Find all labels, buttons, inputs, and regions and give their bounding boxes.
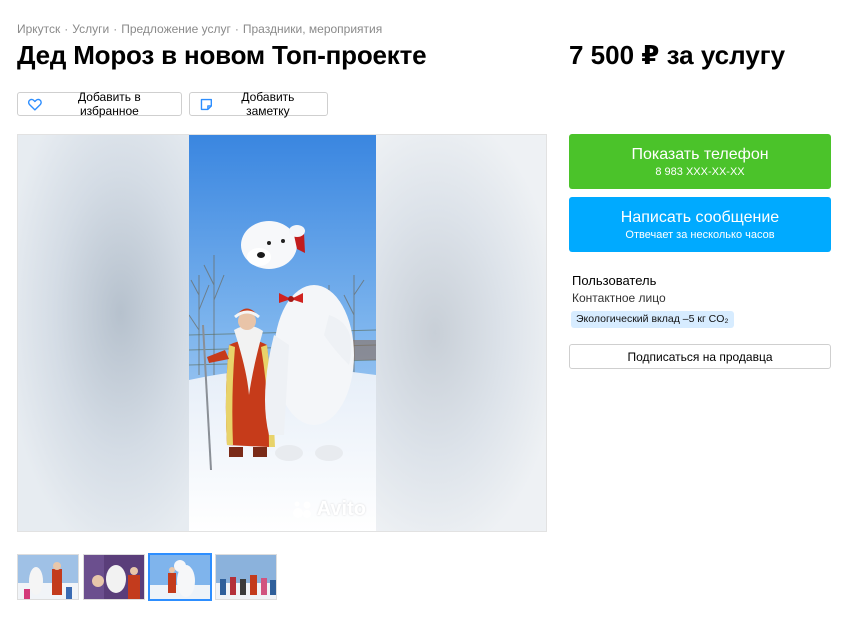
thumbnail-2-image (84, 555, 144, 599)
thumbnail-2[interactable] (83, 554, 145, 600)
write-message-button[interactable]: Написать сообщение Отвечает за несколько… (569, 197, 831, 252)
response-time: Отвечает за несколько часов (625, 228, 775, 241)
add-to-favorites-button[interactable]: Добавить в избранное (17, 90, 182, 118)
masked-phone-number: 8 983 XXX-XX-XX (655, 165, 745, 178)
eco-contribution-badge[interactable]: Экологический вклад –5 кг CO₂ (571, 311, 734, 328)
photo-gallery[interactable]: Avito (17, 134, 547, 532)
avito-watermark: Avito (292, 498, 366, 521)
gallery-blur-left (18, 135, 189, 531)
seller-role: Контактное лицо (572, 291, 666, 305)
thumbnail-1[interactable] (17, 554, 79, 600)
watermark-text: Avito (316, 498, 366, 520)
add-note-label: Добавить заметку (241, 90, 295, 118)
show-phone-button[interactable]: Показать телефон 8 983 XXX-XX-XX (569, 134, 831, 189)
breadcrumb-holidays-events[interactable]: Праздники, мероприятия (243, 22, 382, 36)
breadcrumb-separator: · (113, 22, 118, 36)
show-phone-label: Показать телефон (631, 145, 769, 163)
thumbnail-3-image (150, 555, 210, 599)
add-to-favorites-label: Добавить в избранное (78, 90, 141, 118)
thumbnail-4-image (216, 555, 276, 599)
add-note-button[interactable]: Добавить заметку (189, 90, 328, 118)
thumbnail-1-image (18, 555, 78, 599)
main-photo[interactable]: Avito (189, 135, 376, 531)
note-icon (200, 98, 212, 110)
thumbnail-strip (17, 553, 277, 601)
page-title: Дед Мороз в новом Топ-проекте (17, 40, 427, 70)
heart-icon (28, 98, 42, 111)
price: 7 500 ₽ за услугу (569, 40, 786, 70)
breadcrumb-service-offers[interactable]: Предложение услуг (121, 22, 231, 36)
main-photo-image (189, 135, 376, 531)
thumbnail-3[interactable] (148, 553, 212, 601)
avito-logo-icon (292, 501, 311, 518)
gallery-blur-right (375, 135, 546, 531)
thumbnail-4[interactable] (215, 554, 277, 600)
breadcrumb: Иркутск · Услуги · Предложение услуг · Праздни… (17, 22, 382, 36)
seller-name[interactable]: Пользователь (572, 273, 656, 288)
subscribe-seller-button[interactable]: Подписаться на продавца (569, 344, 831, 369)
breadcrumb-city[interactable]: Иркутск (17, 22, 60, 36)
breadcrumb-separator: · (234, 22, 239, 36)
write-message-label: Написать сообщение (620, 208, 780, 226)
breadcrumb-services[interactable]: Услуги (72, 22, 109, 36)
breadcrumb-separator: · (64, 22, 69, 36)
